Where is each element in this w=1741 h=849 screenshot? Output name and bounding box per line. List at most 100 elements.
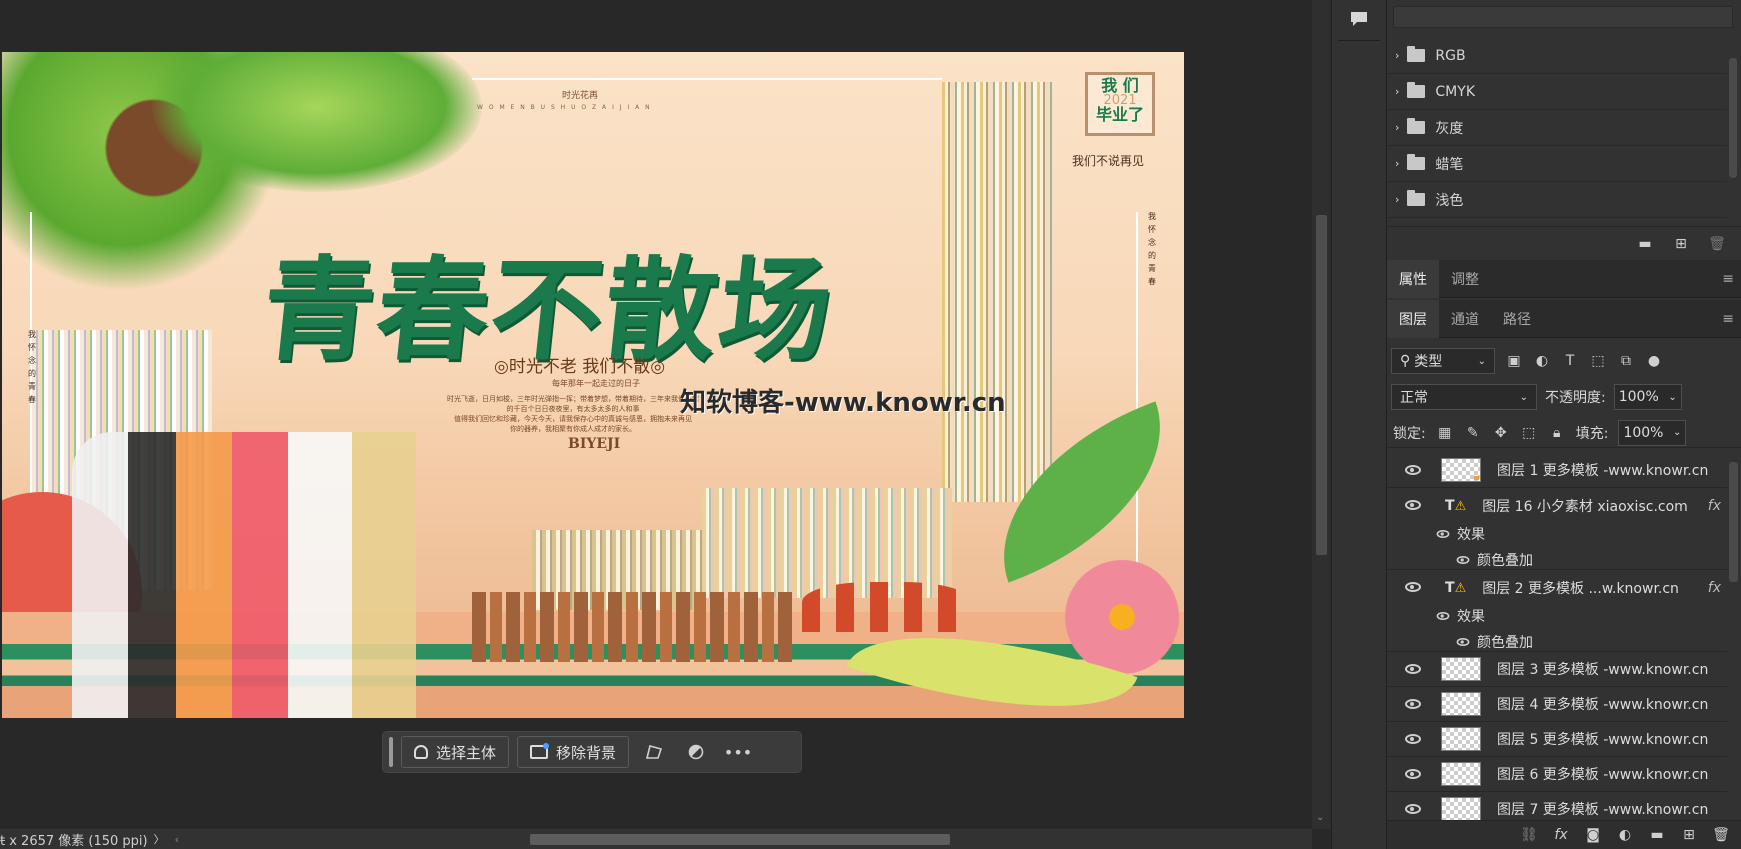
lock-position-icon[interactable]: ✥ [1492, 424, 1510, 442]
fill-label: 填充: [1575, 425, 1609, 442]
lock-paint-icon[interactable]: ✎ [1464, 424, 1482, 442]
tab-properties[interactable]: 属性 [1387, 259, 1439, 298]
swatch-group-pastel[interactable]: › 蜡笔 [1387, 146, 1727, 182]
layer-name[interactable]: 图层 1 更多模板 -www.knowr.cn [1497, 460, 1708, 480]
adjustment-layer-icon[interactable]: ◐ [1616, 826, 1634, 844]
swatches-search-bar[interactable] [1393, 6, 1733, 28]
swatch-group-light[interactable]: › 浅色 [1387, 182, 1727, 218]
search-icon: ⚲ [1400, 353, 1411, 369]
canvas-vertical-scrollbar[interactable]: ⌄ [1312, 0, 1331, 829]
panel-menu-icon[interactable]: ≡ [1722, 271, 1734, 287]
layers-scrollbar[interactable] [1729, 462, 1738, 582]
layer-name[interactable]: 图层 2 更多模板 ...w.knowr.cn [1482, 578, 1679, 598]
opacity-input[interactable]: 100% ⌄ [1613, 384, 1682, 410]
drag-handle[interactable] [389, 737, 393, 767]
layer-row[interactable]: 图层 3 更多模板 -www.knowr.cn [1387, 652, 1727, 687]
delete-icon[interactable]: 🗑 [1708, 235, 1726, 253]
more-options-icon[interactable]: ••• [721, 736, 755, 768]
lock-artboard-icon[interactable]: ⬚ [1520, 424, 1538, 442]
image-icon [530, 743, 550, 759]
layer-row-with-effects[interactable]: T ⚠ 图层 2 更多模板 ...w.knowr.cn fx 效果 颜色叠加 [1387, 570, 1727, 652]
remove-background-button[interactable]: 移除背景 [517, 736, 630, 768]
canvas-area[interactable]: 时光花再 W O M E N B U S H U O Z A I J I A N… [0, 0, 1312, 829]
visibility-eye-icon[interactable] [1405, 582, 1421, 592]
layer-name[interactable]: 图层 6 更多模板 -www.knowr.cn [1497, 764, 1708, 784]
tab-channels[interactable]: 通道 [1439, 300, 1491, 338]
layer-row[interactable]: 图层 7 更多模板 -www.knowr.cn [1387, 792, 1727, 820]
layer-name[interactable]: 图层 3 更多模板 -www.knowr.cn [1497, 659, 1708, 679]
swatch-group-grayscale[interactable]: › 灰度 [1387, 110, 1727, 146]
graduates-silhouettes [802, 582, 972, 632]
layer-row-with-effects[interactable]: T ⚠ 图层 16 小夕素材 xiaoxisc.com fx 效果 颜色叠加 [1387, 488, 1727, 570]
blend-mode-select[interactable]: 正常 ⌄ [1391, 384, 1537, 410]
filter-pixel-icon[interactable]: ▣ [1505, 352, 1523, 370]
transform-icon[interactable] [637, 736, 671, 768]
tab-layers[interactable]: 图层 [1387, 299, 1439, 338]
tab-paths[interactable]: 路径 [1491, 300, 1543, 338]
delete-layer-icon[interactable]: 🗑 [1712, 826, 1730, 844]
swatch-group-rgb[interactable]: › RGB [1387, 38, 1727, 74]
new-layer-icon[interactable]: ⊞ [1680, 826, 1698, 844]
layer-name[interactable]: 图层 4 更多模板 -www.knowr.cn [1497, 694, 1708, 714]
filter-kind-select[interactable]: ⚲ 类型 ⌄ [1391, 348, 1495, 374]
visibility-eye-icon[interactable] [1405, 699, 1421, 709]
fx-icon[interactable]: fx [1708, 498, 1721, 514]
comments-icon[interactable] [1346, 8, 1372, 30]
visibility-eye-icon[interactable] [1405, 500, 1421, 510]
layer-row[interactable]: 图层 1 更多模板 -www.knowr.cn [1387, 452, 1727, 488]
canvas-horizontal-scrollbar[interactable] [160, 834, 1300, 845]
fill-input[interactable]: 100% ⌄ [1618, 419, 1687, 446]
link-layers-icon[interactable]: ⛓ [1520, 826, 1538, 844]
scroll-down-arrow[interactable]: ⌄ [1316, 812, 1324, 823]
swatches-scrollbar[interactable] [1729, 58, 1737, 178]
effects-eye-icon[interactable] [1436, 530, 1450, 538]
folder-icon [1407, 154, 1426, 170]
layer-style-fx-icon[interactable]: fx [1552, 826, 1570, 844]
document-info[interactable]: ŧ x 2657 像素 (150 ppi) [0, 830, 148, 849]
new-group-icon[interactable]: ▬ [1648, 826, 1666, 844]
scrollbar-thumb[interactable] [530, 834, 950, 845]
chevron-right-icon: › [1395, 49, 1400, 62]
add-mask-icon[interactable]: ◙ [1584, 826, 1602, 844]
visibility-eye-icon[interactable] [1405, 464, 1421, 475]
students-group [72, 432, 472, 718]
vertical-text-right: 我怀念的青春 [1148, 212, 1156, 286]
filter-kind-value: 类型 [1414, 354, 1443, 370]
filter-shape-icon[interactable]: ⬚ [1589, 352, 1607, 370]
adjustment-icon[interactable] [679, 736, 713, 768]
layer-name[interactable]: 图层 7 更多模板 -www.knowr.cn [1497, 799, 1708, 819]
opacity-value: 100% [1618, 389, 1659, 405]
effects-eye-icon[interactable] [1436, 612, 1450, 620]
scrollbar-thumb[interactable] [1316, 215, 1327, 555]
swatches-footer: ▬ ⊞ 🗑 [1387, 226, 1741, 260]
panel-menu-icon[interactable]: ≡ [1722, 311, 1734, 327]
tag-line: 每年那年一起走过的日子 [552, 379, 640, 388]
layer-row[interactable]: 图层 5 更多模板 -www.knowr.cn [1387, 722, 1727, 757]
fx-icon[interactable]: fx [1708, 580, 1721, 596]
visibility-eye-icon[interactable] [1405, 804, 1421, 814]
lock-transparent-icon[interactable]: ▦ [1436, 424, 1454, 442]
document-canvas[interactable]: 时光花再 W O M E N B U S H U O Z A I J I A N… [2, 52, 1184, 718]
new-swatch-icon[interactable]: ⊞ [1672, 235, 1690, 253]
layer-row[interactable]: 图层 4 更多模板 -www.knowr.cn [1387, 687, 1727, 722]
color-overlay-eye-icon[interactable] [1456, 556, 1470, 564]
visibility-eye-icon[interactable] [1405, 769, 1421, 779]
filter-smart-object-icon[interactable]: ⧉ [1617, 352, 1635, 370]
new-group-folder-icon[interactable]: ▬ [1636, 235, 1654, 253]
visibility-eye-icon[interactable] [1405, 664, 1421, 674]
select-subject-button[interactable]: 选择主体 [401, 736, 510, 768]
color-overlay-label: 颜色叠加 [1477, 635, 1533, 651]
tab-adjustments[interactable]: 调整 [1439, 260, 1491, 298]
layer-name[interactable]: 图层 16 小夕素材 xiaoxisc.com [1482, 496, 1688, 516]
visibility-eye-icon[interactable] [1405, 734, 1421, 744]
remove-background-label: 移除背景 [556, 743, 617, 762]
filter-toggle-icon[interactable]: ● [1645, 352, 1663, 370]
swatch-group-cmyk[interactable]: › CMYK [1387, 74, 1727, 110]
color-overlay-eye-icon[interactable] [1456, 638, 1470, 646]
layer-name[interactable]: 图层 5 更多模板 -www.knowr.cn [1497, 729, 1708, 749]
filter-type-icon[interactable]: T [1561, 352, 1579, 370]
filter-adjustment-icon[interactable]: ◐ [1533, 352, 1551, 370]
opacity-label: 不透明度: [1545, 390, 1606, 406]
layer-row[interactable]: 图层 6 更多模板 -www.knowr.cn [1387, 757, 1727, 792]
lock-all-icon[interactable]: 🔒︎ [1548, 424, 1566, 442]
